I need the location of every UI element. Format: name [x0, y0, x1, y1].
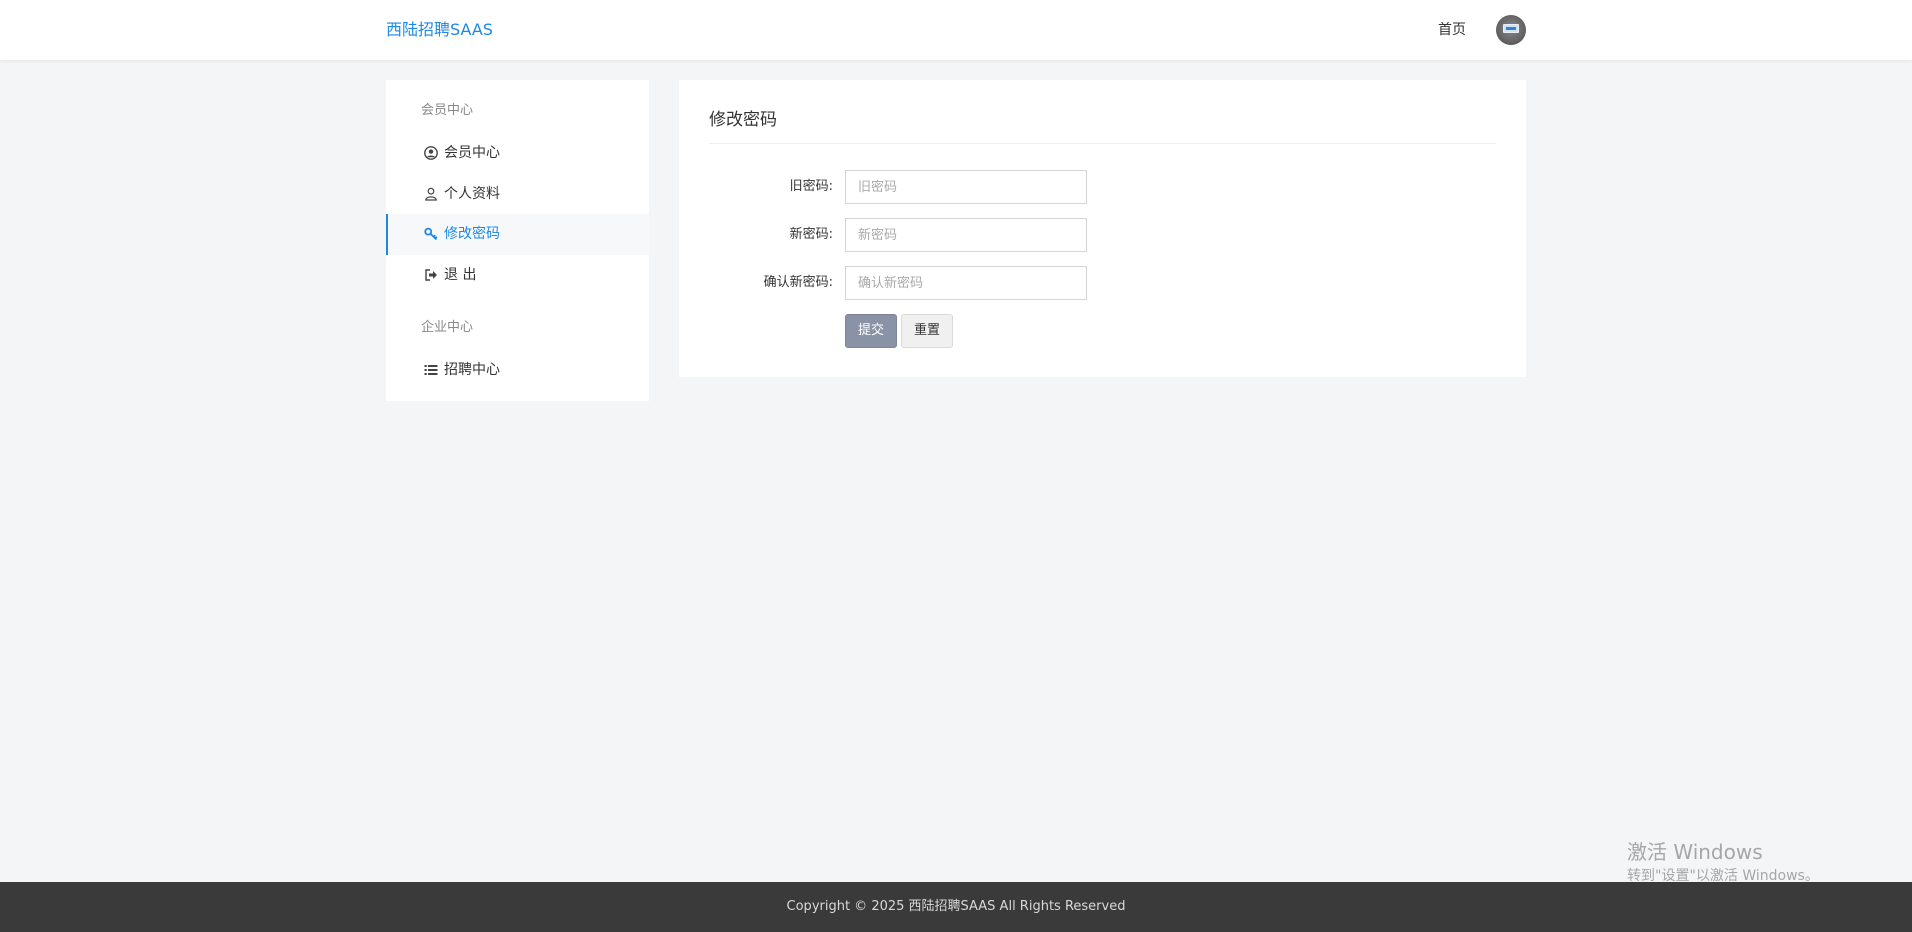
confirm-password-label: 确认新密码: — [763, 275, 833, 290]
form-row-new-password: 新密码: — [679, 218, 1526, 252]
sidebar-item-member-center[interactable]: 会员中心 — [386, 133, 649, 174]
sidebar-item-label: 修改密码 — [444, 226, 500, 242]
sidebar-item-recruitment-center[interactable]: 招聘中心 — [386, 350, 649, 391]
page-title: 修改密码 — [709, 110, 777, 130]
brand-link[interactable]: 西陆招聘SAAS — [386, 18, 493, 42]
top-navbar: 西陆招聘SAAS 首页 — [0, 0, 1912, 60]
sign-out-icon — [425, 269, 437, 281]
new-password-input[interactable] — [845, 218, 1087, 252]
old-password-label: 旧密码: — [789, 179, 833, 194]
confirm-password-input[interactable] — [845, 266, 1087, 300]
change-password-panel: 修改密码 旧密码: 新密码: 确认新密码: 提交 重置 — [679, 80, 1526, 377]
sidebar-group-member: 会员中心 — [421, 103, 474, 118]
list-icon — [424, 365, 438, 375]
divider — [709, 143, 1496, 144]
reset-button[interactable]: 重置 — [901, 314, 953, 348]
monitor-icon — [1503, 24, 1519, 33]
sidebar: 会员中心 会员中心 个人资料 修改密码 退 出 企业中心 招聘中心 — [386, 80, 649, 401]
sidebar-item-label: 个人资料 — [444, 186, 500, 202]
nav-home-link[interactable]: 首页 — [1438, 19, 1466, 41]
submit-button[interactable]: 提交 — [845, 314, 897, 348]
form-row-confirm-password: 确认新密码: — [679, 266, 1526, 300]
avatar[interactable] — [1496, 15, 1526, 45]
form-row-old-password: 旧密码: — [679, 170, 1526, 204]
user-circle-icon — [424, 146, 438, 160]
key-icon — [424, 227, 438, 241]
sidebar-item-label: 招聘中心 — [444, 362, 500, 378]
old-password-input[interactable] — [845, 170, 1087, 204]
new-password-label: 新密码: — [789, 227, 833, 242]
watermark-line1: 激活 Windows — [1627, 840, 1763, 864]
copyright-text: Copyright © 2025 西陆招聘SAAS All Rights Res… — [786, 899, 1126, 914]
sidebar-item-profile[interactable]: 个人资料 — [386, 174, 649, 215]
sidebar-item-logout[interactable]: 退 出 — [386, 255, 649, 296]
footer: Copyright © 2025 西陆招聘SAAS All Rights Res… — [0, 882, 1912, 932]
sidebar-item-label: 退 出 — [444, 267, 477, 283]
sidebar-group-enterprise: 企业中心 — [421, 320, 474, 335]
windows-activation-watermark: 激活 Windows 转到"设置"以激活 Windows。 — [1627, 838, 1819, 886]
user-outline-icon — [425, 187, 437, 201]
sidebar-item-label: 会员中心 — [444, 145, 500, 161]
sidebar-item-change-password[interactable]: 修改密码 — [386, 214, 649, 255]
